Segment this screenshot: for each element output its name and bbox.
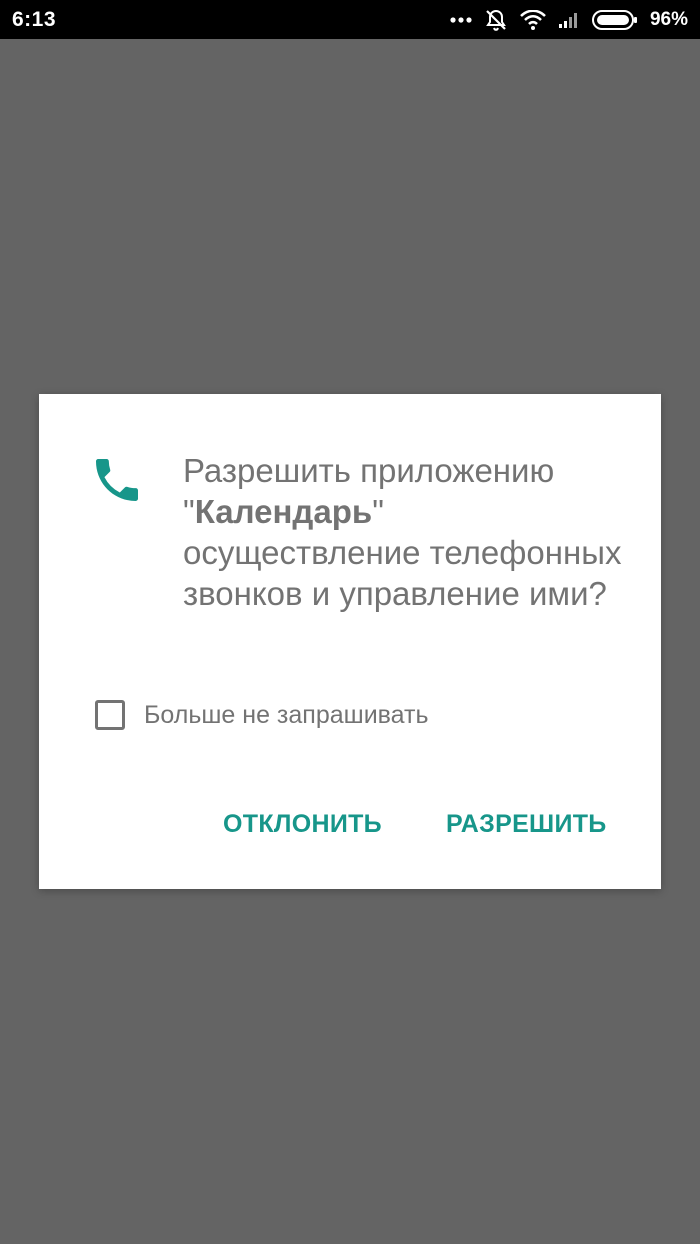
- status-icons: 96%: [450, 0, 688, 39]
- alarm-off-icon: [484, 8, 508, 32]
- allow-button[interactable]: РАЗРЕШИТЬ: [446, 810, 607, 839]
- status-time: 6:13: [12, 8, 57, 31]
- permission-dialog: Разрешить приложению "Календарь" осущест…: [39, 394, 661, 889]
- battery-percent: 96%: [649, 8, 688, 30]
- status-bar: 6:13 96%: [0, 0, 700, 39]
- dont-ask-label: Больше не запрашивать: [144, 700, 429, 729]
- dont-ask-checkbox[interactable]: [95, 700, 125, 730]
- more-dots-icon: [450, 16, 472, 24]
- signal-icon: [558, 11, 580, 29]
- phone-icon: [89, 452, 145, 508]
- wifi-icon: [520, 9, 546, 30]
- app-name: Календарь: [194, 493, 373, 530]
- battery-icon: [591, 9, 638, 30]
- dont-ask-again-option[interactable]: Больше не запрашивать: [95, 700, 429, 730]
- permission-message: Разрешить приложению "Календарь" осущест…: [183, 450, 623, 614]
- deny-button[interactable]: ОТКЛОНИТЬ: [223, 810, 382, 839]
